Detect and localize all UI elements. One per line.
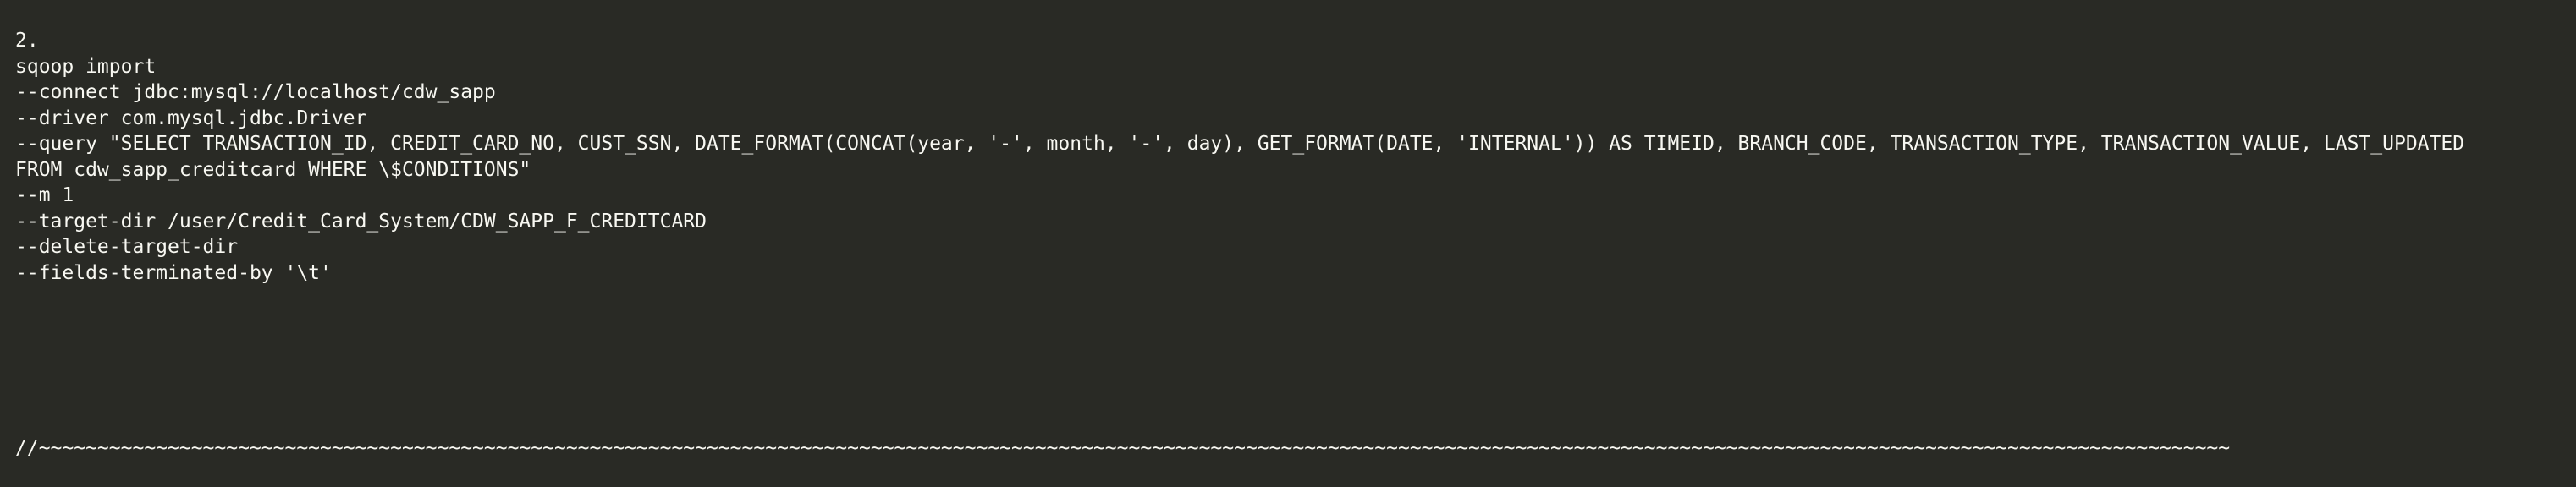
code-editor[interactable]: 2. sqoop import --connect jdbc:mysql://l… [0,0,2576,487]
code-line-1[interactable]: 2. [15,28,2559,54]
code-line-10[interactable]: --fields-terminated-by '\t' [15,260,2559,287]
code-line-3[interactable]: --connect jdbc:mysql://localhost/cdw_sap… [15,79,2559,106]
code-line-2[interactable]: sqoop import [15,54,2559,80]
comment-divider-line[interactable]: //~~~~~~~~~~~~~~~~~~~~~~~~~~~~~~~~~~~~~~… [15,435,2334,461]
code-line-8[interactable]: --target-dir /user/Credit_Card_System/CD… [15,209,2559,235]
code-lines: 2. sqoop import --connect jdbc:mysql://l… [15,28,2559,286]
code-line-9[interactable]: --delete-target-dir [15,234,2559,260]
code-line-4[interactable]: --driver com.mysql.jdbc.Driver [15,106,2559,132]
code-line-6[interactable]: FROM cdw_sapp_creditcard WHERE \$CONDITI… [15,157,2559,183]
code-line-5[interactable]: --query "SELECT TRANSACTION_ID, CREDIT_C… [15,131,2559,157]
code-line-7[interactable]: --m 1 [15,183,2559,209]
